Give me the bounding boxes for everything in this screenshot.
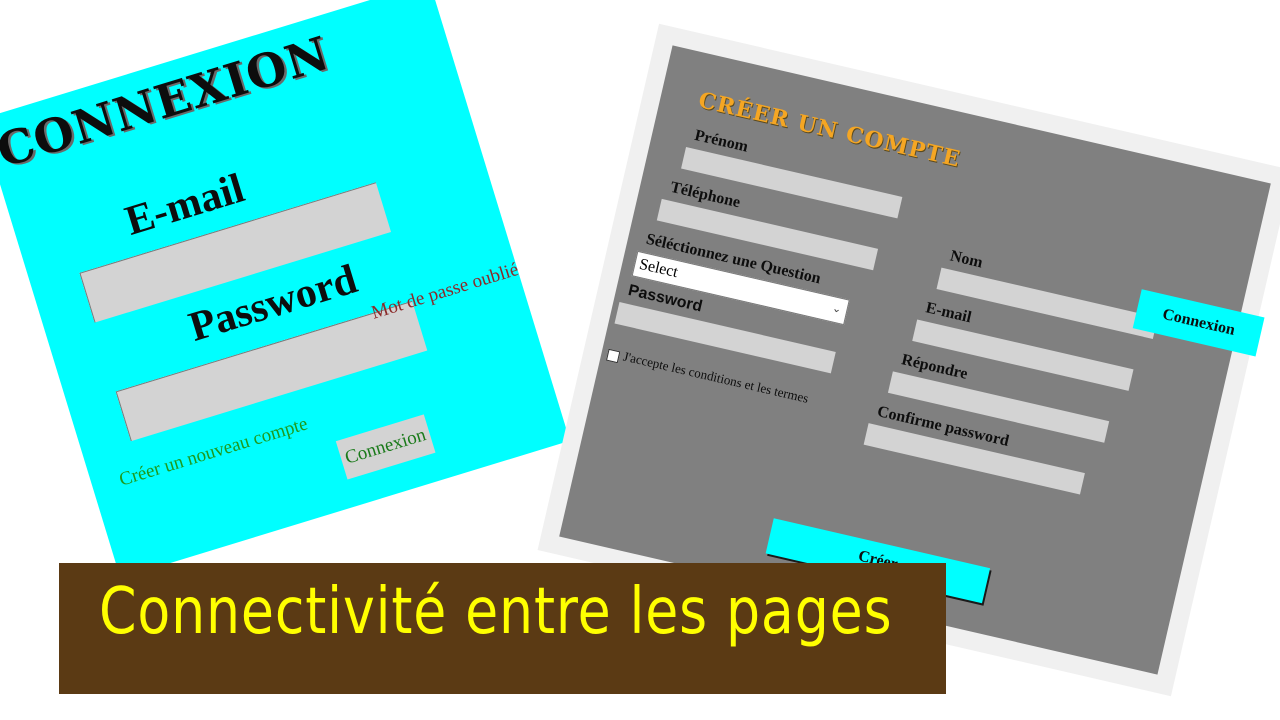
forgot-password-link[interactable]: Mot de passe oublié: [369, 259, 521, 325]
login-panel: CONNEXION E-mail Password Mot de passe o…: [0, 0, 570, 579]
prenom-input[interactable]: [681, 147, 903, 219]
nom-input[interactable]: [936, 267, 1158, 339]
email-input[interactable]: [912, 319, 1134, 391]
banner-title: Connectivité entre les pages: [99, 575, 893, 649]
nom-label: Nom: [948, 247, 985, 272]
title-banner: Connectivité entre les pages: [59, 563, 946, 694]
connexion-button[interactable]: Connexion: [1132, 289, 1265, 357]
login-title: CONNEXION: [0, 25, 336, 179]
question-select-value: Select: [637, 255, 680, 282]
chevron-down-icon: ⌄: [830, 301, 843, 316]
login-button[interactable]: Connexion: [335, 414, 436, 480]
terms-checkbox[interactable]: [605, 348, 621, 364]
